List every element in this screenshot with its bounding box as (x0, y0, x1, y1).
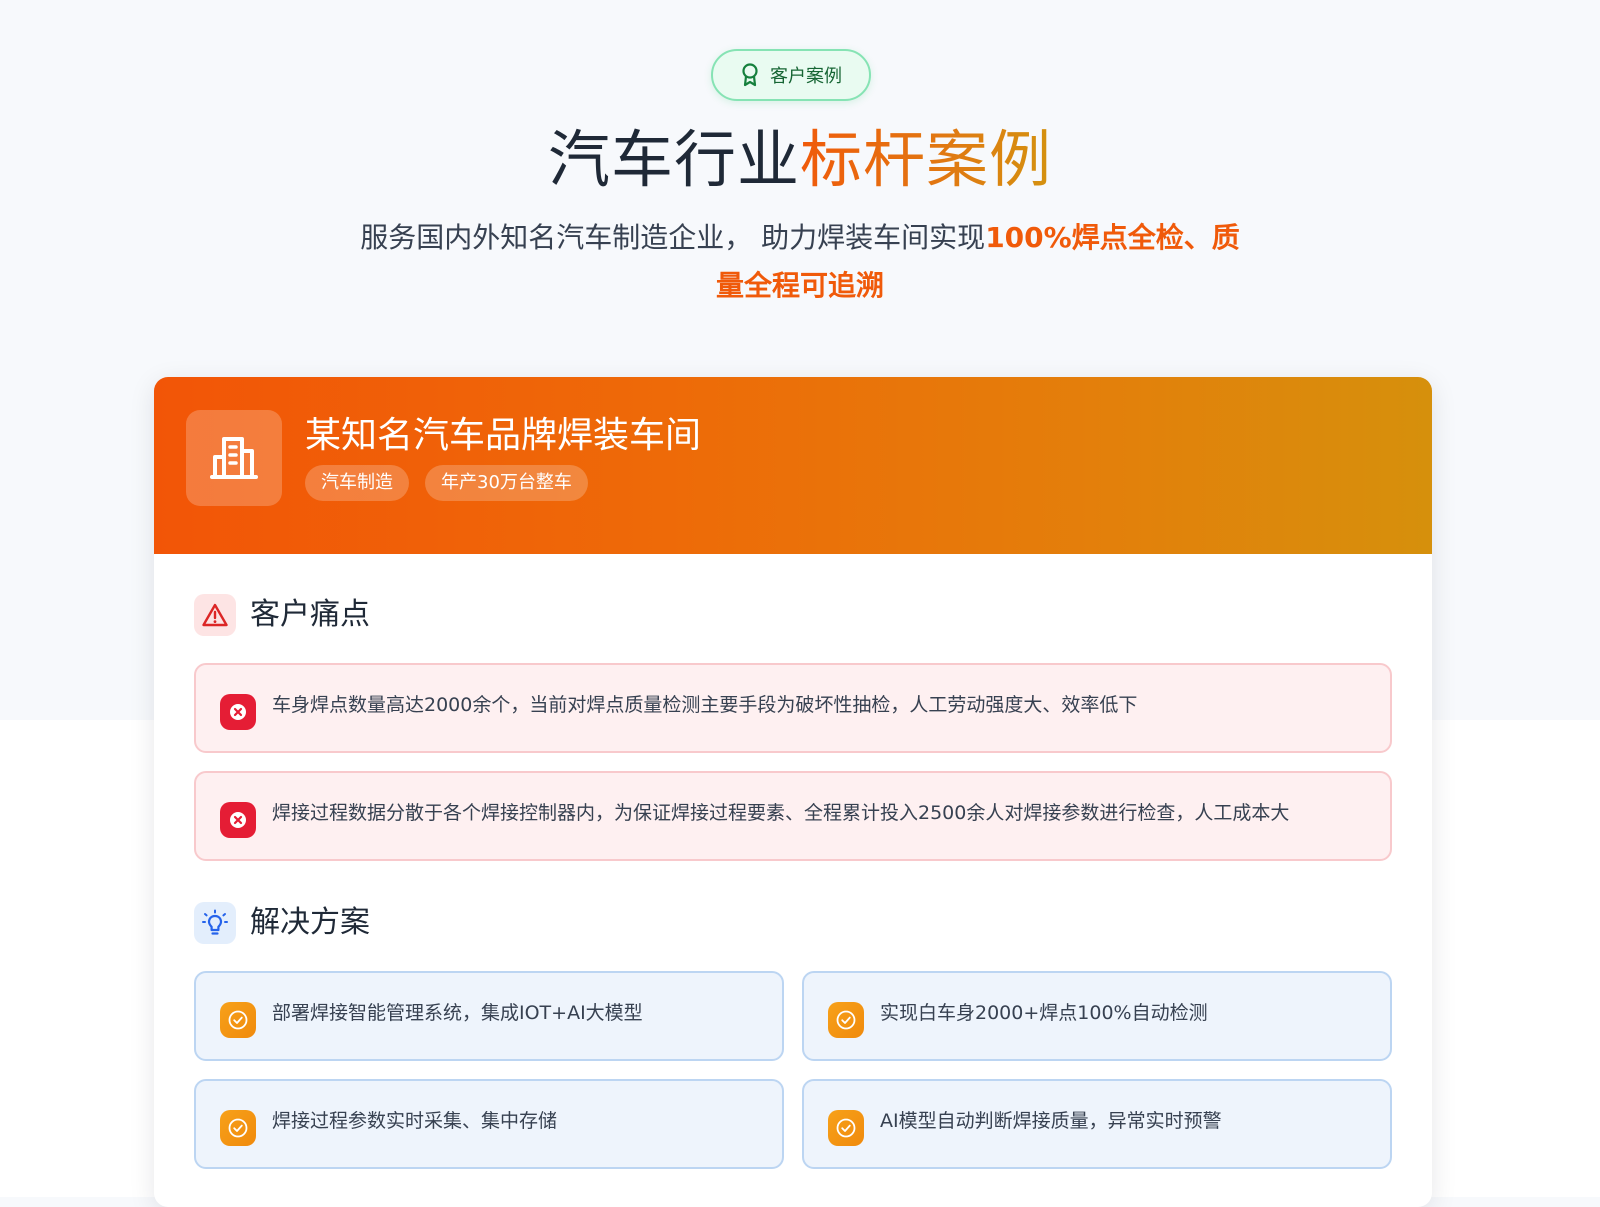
pain-point-item: 焊接过程数据分散于各个焊接控制器内，为保证焊接过程要素、全程累计投入2500余人… (194, 771, 1392, 861)
check-circle-icon (220, 1110, 256, 1146)
solution-text: 部署焊接智能管理系统，集成IOT+AI大模型 (272, 1002, 643, 1024)
pain-points-title: 客户痛点 (250, 597, 370, 632)
solution-text: 实现白车身2000+焊点100%自动检测 (880, 1002, 1208, 1024)
x-circle-icon (220, 802, 256, 838)
pain-point-text: 车身焊点数量高达2000余个，当前对焊点质量检测主要手段为破坏性抽检，人工劳动强… (272, 694, 1138, 716)
title-accent: 标杆案例 (800, 123, 1053, 196)
x-circle-icon (220, 694, 256, 730)
page-title: 汽车行业标杆案例 (0, 118, 1600, 202)
solution-item: 焊接过程参数实时采集、集中存储 (194, 1079, 784, 1169)
solution-item: AI模型自动判断焊接质量，异常实时预警 (802, 1079, 1392, 1169)
lightbulb-icon (194, 902, 236, 944)
tag-capacity: 年产30万台整车 (425, 465, 588, 501)
case-tags: 汽车制造 年产30万台整车 (305, 465, 588, 501)
title-main: 汽车行业 (547, 123, 800, 196)
solution-item: 部署焊接智能管理系统，集成IOT+AI大模型 (194, 971, 784, 1061)
tag-industry: 汽车制造 (305, 465, 409, 501)
case-card: 某知名汽车品牌焊装车间 汽车制造 年产30万台整车 客户痛点 车身焊点数量高达2… (154, 377, 1432, 1207)
check-circle-icon (828, 1110, 864, 1146)
pain-points-heading: 客户痛点 (194, 594, 370, 636)
building-icon (186, 410, 282, 506)
badge-label: 客户案例 (770, 66, 842, 87)
solutions-heading: 解决方案 (194, 902, 370, 944)
solution-text: AI模型自动判断焊接质量，异常实时预警 (880, 1110, 1222, 1132)
solution-text: 焊接过程参数实时采集、集中存储 (272, 1110, 558, 1132)
solutions-title: 解决方案 (250, 905, 370, 940)
page: 客户案例 汽车行业标杆案例 服务国内外知名汽车制造企业， 助力焊装车间实现100… (0, 0, 1600, 1207)
check-circle-icon (828, 1002, 864, 1038)
alert-triangle-icon (194, 594, 236, 636)
check-circle-icon (220, 1002, 256, 1038)
pain-point-item: 车身焊点数量高达2000余个，当前对焊点质量检测主要手段为破坏性抽检，人工劳动强… (194, 663, 1392, 753)
pain-point-text: 焊接过程数据分散于各个焊接控制器内，为保证焊接过程要素、全程累计投入2500余人… (272, 802, 1290, 824)
case-card-header: 某知名汽车品牌焊装车间 汽车制造 年产30万台整车 (154, 377, 1432, 554)
solution-item: 实现白车身2000+焊点100%自动检测 (802, 971, 1392, 1061)
page-subtitle: 服务国内外知名汽车制造企业， 助力焊装车间实现100%焊点全检、质量全程可追溯 (360, 214, 1240, 310)
case-badge: 客户案例 (711, 49, 871, 101)
subtitle-main: 服务国内外知名汽车制造企业， 助力焊装车间实现 (360, 221, 986, 254)
case-title: 某知名汽车品牌焊装车间 (305, 415, 702, 456)
award-ribbon-icon (740, 63, 760, 87)
